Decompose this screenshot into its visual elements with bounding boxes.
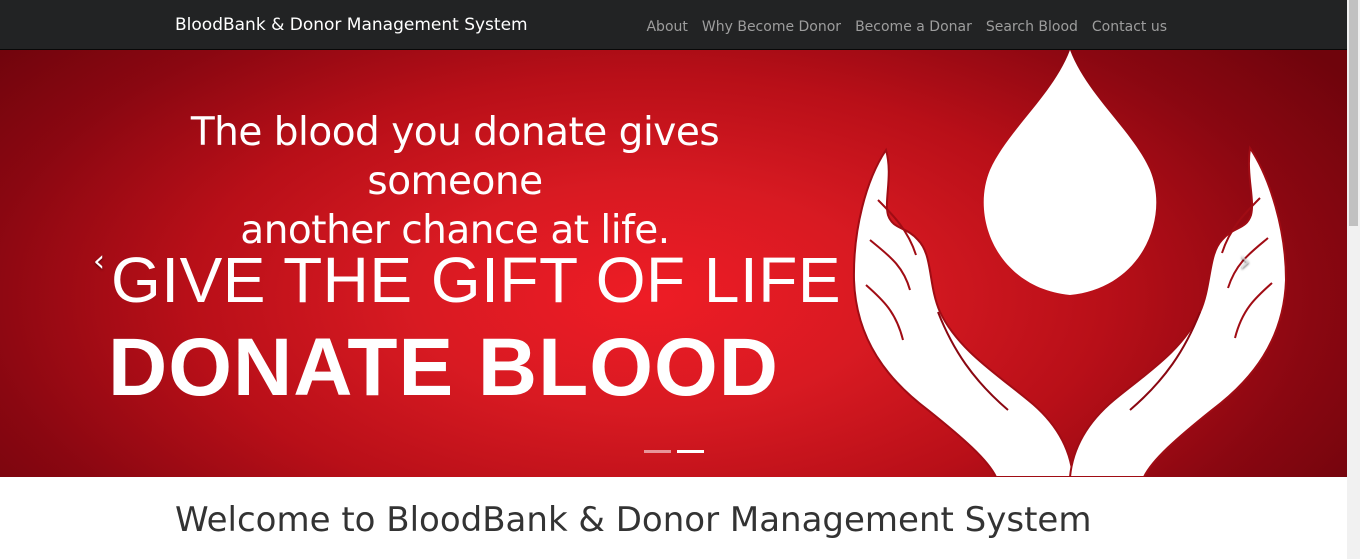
page-scrollbar[interactable] bbox=[1347, 0, 1360, 559]
nav-search-blood-link[interactable]: Search Blood bbox=[986, 19, 1078, 35]
page-title: Welcome to BloodBank & Donor Management … bbox=[175, 500, 1092, 540]
slide-headline: GIVE THE GIFT OF LIFE bbox=[111, 244, 842, 316]
slide-tagline-line1: The blood you donate gives someone bbox=[190, 110, 720, 204]
carousel-next-button[interactable]: › bbox=[1230, 242, 1260, 282]
chevron-left-icon: ‹ bbox=[93, 244, 105, 279]
carousel-indicator-2[interactable] bbox=[677, 450, 704, 453]
nav-about-link[interactable]: About bbox=[646, 19, 687, 35]
brand-link[interactable]: BloodBank & Donor Management System bbox=[175, 14, 528, 36]
nav-links: About Why Become Donor Become a Donar Se… bbox=[632, 16, 1167, 36]
nav-why-become-donor-link[interactable]: Why Become Donor bbox=[702, 19, 841, 35]
carousel-prev-button[interactable]: ‹ bbox=[84, 242, 114, 282]
nav-become-donar-link[interactable]: Become a Donar bbox=[855, 19, 972, 35]
chevron-right-icon: › bbox=[1239, 244, 1251, 279]
carousel-slide: The blood you donate gives someone anoth… bbox=[0, 50, 1347, 477]
carousel-indicators bbox=[644, 450, 704, 453]
nav-contact-us-link[interactable]: Contact us bbox=[1092, 19, 1167, 35]
slide-cta-text: DONATE BLOOD bbox=[108, 322, 780, 413]
blood-drop-icon bbox=[983, 50, 1157, 295]
carousel-indicator-1[interactable] bbox=[644, 450, 671, 453]
top-navbar: BloodBank & Donor Management System Abou… bbox=[0, 0, 1347, 50]
slide-tagline: The blood you donate gives someone anoth… bbox=[120, 108, 790, 255]
scrollbar-thumb[interactable] bbox=[1349, 0, 1358, 226]
hero-carousel: The blood you donate gives someone anoth… bbox=[0, 50, 1347, 477]
